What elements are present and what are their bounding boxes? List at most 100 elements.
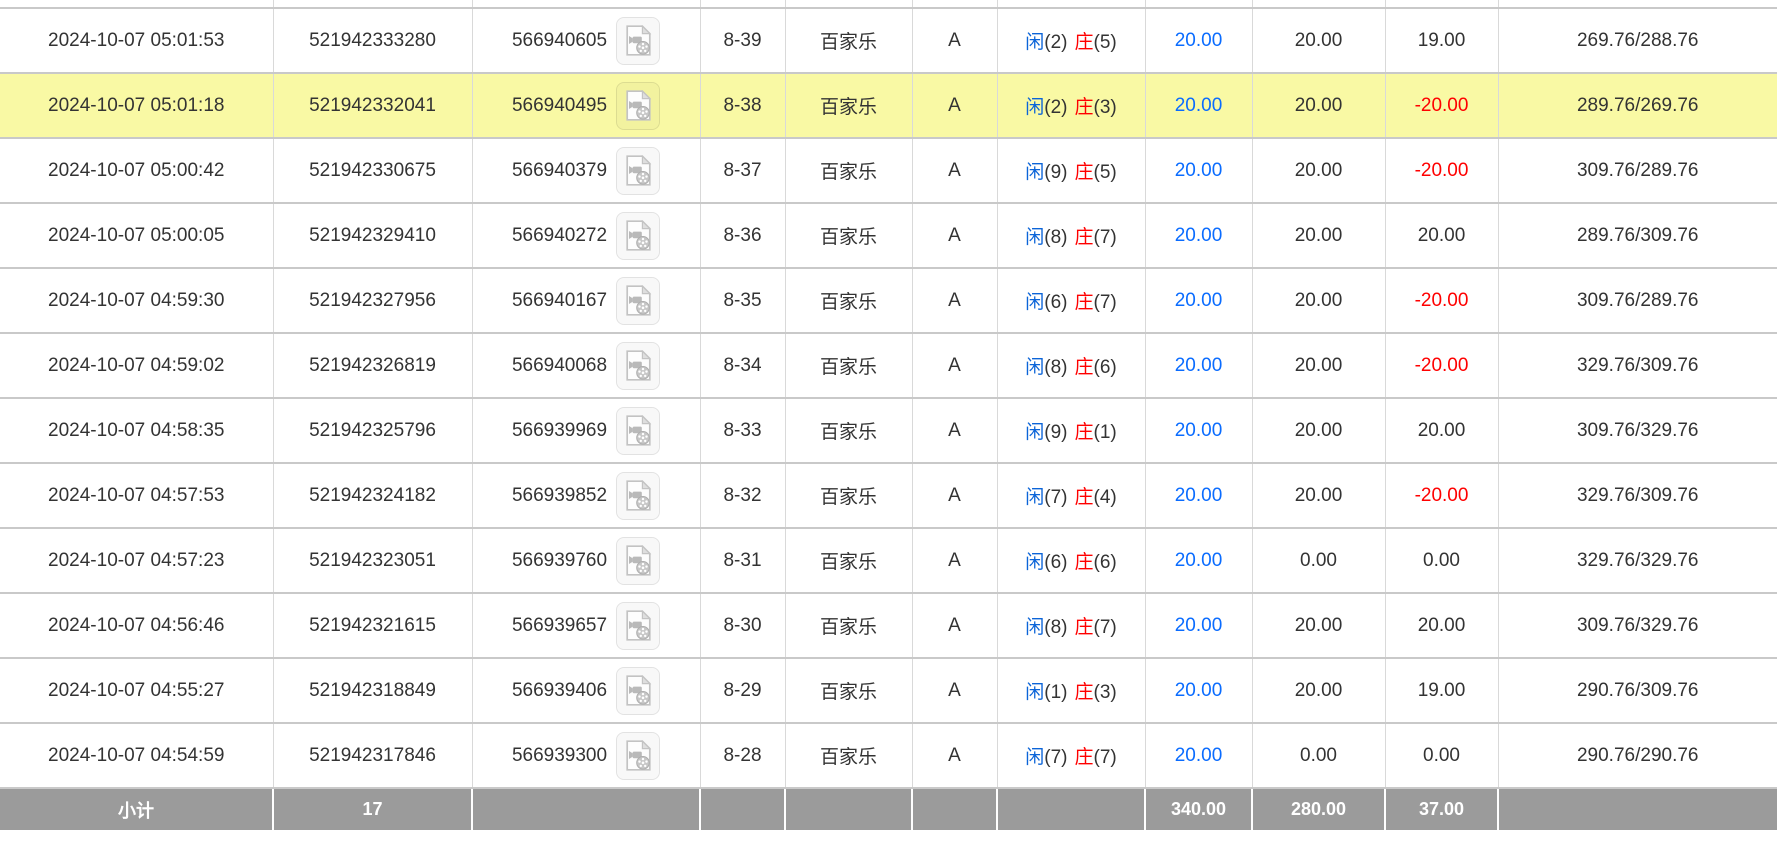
round-number: 8-32 [699, 463, 785, 529]
table-row[interactable]: 2024-10-07 04:59:02 521942326819 5669400… [0, 333, 1777, 399]
player-result-label: 闲 [1025, 357, 1045, 378]
game-id: 566940272 [511, 224, 608, 246]
table-row[interactable]: 2024-10-07 04:57:53 521942324182 5669398… [0, 463, 1777, 529]
table-row[interactable]: 2024-10-07 05:01:18 521942332041 5669404… [0, 73, 1777, 139]
table-row[interactable]: 2024-10-07 04:55:27 521942318849 5669394… [0, 658, 1777, 724]
bet-amount-link[interactable]: 20.00 [1175, 225, 1223, 246]
player-result-score: (9) [1044, 162, 1068, 183]
video-replay-button[interactable] [616, 211, 661, 260]
banker-result-score: (7) [1093, 292, 1117, 313]
valid-bet: 20.00 [1251, 463, 1385, 529]
table-row[interactable]: 2024-10-07 04:59:30 521942327956 5669401… [0, 268, 1777, 334]
table-name: A [911, 333, 997, 399]
table-name: A [911, 268, 997, 334]
bet-amount-link[interactable]: 20.00 [1175, 615, 1223, 636]
valid-bet: 20.00 [1251, 658, 1385, 724]
video-replay-button[interactable] [616, 601, 661, 650]
win-loss: 20.00 [1384, 203, 1498, 269]
player-result-label: 闲 [1025, 617, 1045, 638]
video-replay-icon [625, 480, 651, 511]
banker-result-label: 庄 [1074, 292, 1094, 313]
video-replay-icon [625, 285, 651, 316]
bet-amount-link[interactable]: 20.00 [1175, 160, 1223, 181]
game-id: 566939760 [511, 549, 608, 571]
game-result: 闲(1) 庄(3) [996, 658, 1145, 724]
table-row[interactable]: 2024-10-07 04:58:35 521942325796 5669399… [0, 398, 1777, 464]
banker-result-score: (5) [1093, 32, 1117, 53]
bet-time: 2024-10-07 04:54:59 [0, 723, 273, 789]
player-result-score: (9) [1044, 422, 1068, 443]
video-replay-button[interactable] [616, 146, 661, 195]
bet-amount-link[interactable]: 20.00 [1175, 485, 1223, 506]
table-name: A [911, 528, 997, 594]
bet-id: 521942326819 [272, 333, 472, 399]
table-row[interactable]: 2024-10-07 05:01:53 521942333280 5669406… [0, 8, 1777, 74]
bet-id: 521942321615 [272, 593, 472, 659]
bet-amount-link[interactable]: 20.00 [1175, 550, 1223, 571]
player-result-label: 闲 [1025, 422, 1045, 443]
clipped-row-above [0, 0, 1777, 9]
game-type: 百家乐 [784, 203, 912, 269]
bet-amount-link[interactable]: 20.00 [1175, 95, 1223, 116]
video-replay-button[interactable] [616, 666, 661, 715]
banker-result-score: (7) [1093, 227, 1117, 248]
video-replay-button[interactable] [616, 276, 661, 325]
bet-time: 2024-10-07 05:01:53 [0, 8, 273, 74]
bet-amount-link[interactable]: 20.00 [1175, 290, 1223, 311]
balance: 290.76/290.76 [1497, 723, 1777, 789]
balance: 289.76/269.76 [1497, 73, 1777, 139]
valid-bet: 20.00 [1251, 593, 1385, 659]
player-result-label: 闲 [1025, 487, 1045, 508]
bet-amount-link[interactable]: 20.00 [1175, 30, 1223, 51]
video-replay-icon [625, 740, 651, 771]
win-loss: 19.00 [1384, 8, 1498, 74]
video-replay-button[interactable] [616, 731, 661, 780]
table-row[interactable]: 2024-10-07 05:00:42 521942330675 5669403… [0, 138, 1777, 204]
banker-result-label: 庄 [1074, 747, 1094, 768]
video-replay-button[interactable] [616, 471, 661, 520]
table-row[interactable]: 2024-10-07 04:54:59 521942317846 5669393… [0, 723, 1777, 789]
win-loss: 0.00 [1384, 723, 1498, 789]
bet-amount-link[interactable]: 20.00 [1175, 680, 1223, 701]
player-result-label: 闲 [1025, 747, 1045, 768]
game-type: 百家乐 [784, 333, 912, 399]
bet-id: 521942317846 [272, 723, 472, 789]
video-replay-icon [625, 25, 651, 56]
game-id-cell: 566940379 [471, 138, 700, 204]
table-name: A [911, 73, 997, 139]
game-id: 566940605 [511, 29, 608, 51]
video-replay-button[interactable] [616, 406, 661, 455]
banker-result-score: (1) [1093, 422, 1117, 443]
valid-bet: 20.00 [1251, 333, 1385, 399]
video-replay-button[interactable] [616, 536, 661, 585]
banker-result-score: (3) [1093, 682, 1117, 703]
banker-result-score: (6) [1093, 552, 1117, 573]
banker-result-label: 庄 [1074, 552, 1094, 573]
banker-result-score: (6) [1093, 357, 1117, 378]
bet-amount-link[interactable]: 20.00 [1175, 420, 1223, 441]
game-result: 闲(9) 庄(1) [996, 398, 1145, 464]
bet-amount-link[interactable]: 20.00 [1175, 355, 1223, 376]
video-replay-icon [625, 220, 651, 251]
game-id: 566939852 [511, 484, 608, 506]
bet-id: 521942324182 [272, 463, 472, 529]
video-replay-button[interactable] [616, 341, 661, 390]
game-result: 闲(2) 庄(3) [996, 73, 1145, 139]
video-replay-button[interactable] [616, 16, 661, 65]
balance: 309.76/329.76 [1497, 398, 1777, 464]
win-loss: 20.00 [1384, 593, 1498, 659]
bet-amount-link[interactable]: 20.00 [1175, 745, 1223, 766]
subtotal-win-loss: 37.00 [1384, 788, 1498, 830]
banker-result-score: (5) [1093, 162, 1117, 183]
subtotal-count: 17 [272, 788, 472, 830]
video-replay-icon [625, 155, 651, 186]
banker-result-label: 庄 [1074, 97, 1094, 118]
balance: 329.76/309.76 [1497, 463, 1777, 529]
video-replay-icon [625, 675, 651, 706]
table-row[interactable]: 2024-10-07 05:00:05 521942329410 5669402… [0, 203, 1777, 269]
table-row[interactable]: 2024-10-07 04:56:46 521942321615 5669396… [0, 593, 1777, 659]
table-row[interactable]: 2024-10-07 04:57:23 521942323051 5669397… [0, 528, 1777, 594]
video-replay-button[interactable] [616, 81, 661, 130]
round-number: 8-28 [699, 723, 785, 789]
banker-result-label: 庄 [1074, 617, 1094, 638]
